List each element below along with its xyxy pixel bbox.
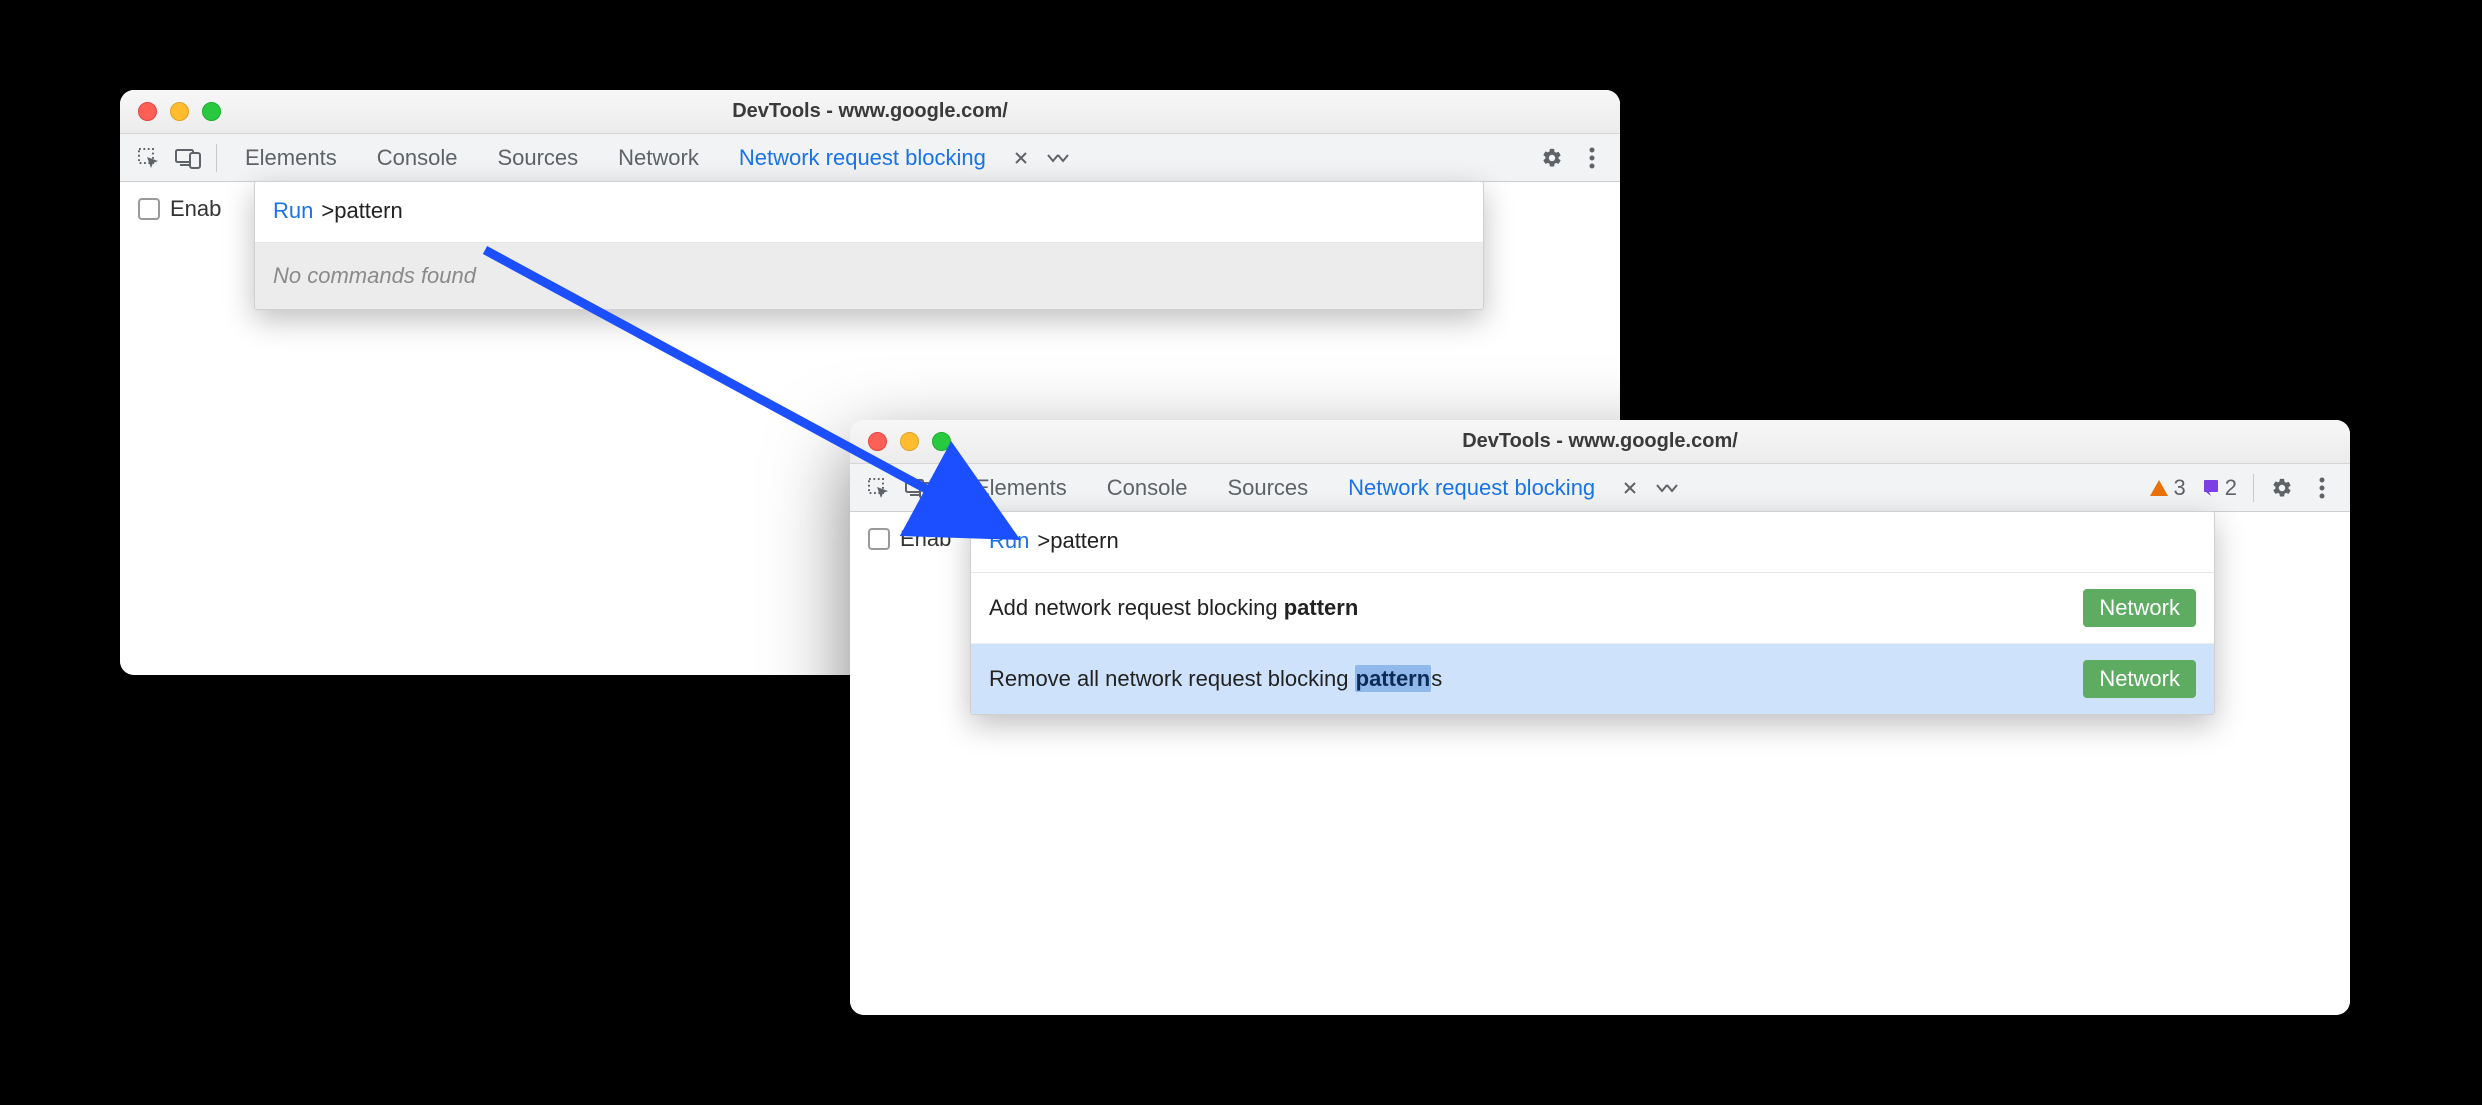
command-category-badge: Network bbox=[2083, 589, 2196, 627]
more-tabs-icon[interactable] bbox=[1038, 151, 1078, 165]
settings-gear-icon[interactable] bbox=[2264, 470, 2300, 506]
command-result-text: Add network request blocking pattern bbox=[989, 595, 1358, 621]
tab-network-request-blocking[interactable]: Network request blocking bbox=[721, 134, 1004, 182]
tab-sources[interactable]: Sources bbox=[1209, 464, 1326, 512]
command-category-badge: Network bbox=[2083, 660, 2196, 698]
window-controls bbox=[868, 432, 951, 451]
kebab-menu-icon[interactable] bbox=[2304, 470, 2340, 506]
settings-gear-icon[interactable] bbox=[1534, 140, 1570, 176]
enable-blocking-row[interactable]: Enab bbox=[868, 526, 951, 552]
close-window-icon[interactable] bbox=[868, 432, 887, 451]
command-input-row[interactable]: Run >pattern bbox=[971, 512, 2214, 573]
command-empty-state: No commands found bbox=[255, 243, 1483, 309]
command-caret: > bbox=[1037, 528, 1050, 553]
command-input-row[interactable]: Run >pattern bbox=[255, 182, 1483, 243]
command-result-text: Remove all network request blocking patt… bbox=[989, 666, 1442, 692]
toolbar-divider bbox=[216, 144, 217, 172]
command-caret: > bbox=[321, 198, 334, 223]
zoom-window-icon[interactable] bbox=[932, 432, 951, 451]
issues-count: 2 bbox=[2225, 475, 2237, 501]
toolbar: Elements Console Sources Network request… bbox=[850, 464, 2350, 512]
window-title: DevTools - www.google.com/ bbox=[850, 430, 2350, 453]
command-result-item[interactable]: Add network request blocking pattern Netw… bbox=[971, 573, 2214, 643]
toolbar: Elements Console Sources Network Network… bbox=[120, 134, 1620, 182]
close-tab-icon[interactable] bbox=[1617, 481, 1643, 495]
minimize-window-icon[interactable] bbox=[900, 432, 919, 451]
enable-checkbox[interactable] bbox=[138, 198, 160, 220]
tab-network-request-blocking[interactable]: Network request blocking bbox=[1330, 464, 1613, 512]
tab-console[interactable]: Console bbox=[1089, 464, 1206, 512]
command-menu-popover: Run >pattern No commands found bbox=[254, 181, 1484, 310]
command-query[interactable]: pattern bbox=[334, 198, 403, 223]
toolbar-divider bbox=[2253, 474, 2254, 502]
command-result-item[interactable]: Remove all network request blocking patt… bbox=[971, 643, 2214, 714]
command-results-list: Add network request blocking pattern Netw… bbox=[971, 573, 2214, 714]
enable-label: Enab bbox=[170, 196, 221, 222]
device-toggle-icon[interactable] bbox=[170, 140, 206, 176]
warnings-badge[interactable]: 3 bbox=[2143, 475, 2192, 501]
tab-elements[interactable]: Elements bbox=[227, 134, 355, 182]
device-toggle-icon[interactable] bbox=[900, 470, 936, 506]
enable-label: Enab bbox=[900, 526, 951, 552]
close-window-icon[interactable] bbox=[138, 102, 157, 121]
tab-sources[interactable]: Sources bbox=[479, 134, 596, 182]
more-tabs-icon[interactable] bbox=[1647, 481, 1687, 495]
run-label: Run bbox=[273, 198, 313, 224]
window-controls bbox=[138, 102, 221, 121]
titlebar[interactable]: DevTools - www.google.com/ bbox=[850, 420, 2350, 464]
kebab-menu-icon[interactable] bbox=[1574, 140, 1610, 176]
inspect-element-icon[interactable] bbox=[860, 470, 896, 506]
inspect-element-icon[interactable] bbox=[130, 140, 166, 176]
enable-checkbox[interactable] bbox=[868, 528, 890, 550]
close-tab-icon[interactable] bbox=[1008, 151, 1034, 165]
enable-blocking-row[interactable]: Enab bbox=[138, 196, 221, 222]
minimize-window-icon[interactable] bbox=[170, 102, 189, 121]
run-label: Run bbox=[989, 528, 1029, 554]
issues-badge[interactable]: 2 bbox=[2196, 475, 2243, 501]
zoom-window-icon[interactable] bbox=[202, 102, 221, 121]
command-menu-popover: Run >pattern Add network request blockin… bbox=[970, 511, 2215, 715]
titlebar[interactable]: DevTools - www.google.com/ bbox=[120, 90, 1620, 134]
panel-content: Enab Run >pattern Add network request bl… bbox=[850, 512, 2350, 1015]
tab-console[interactable]: Console bbox=[359, 134, 476, 182]
window-title: DevTools - www.google.com/ bbox=[120, 100, 1620, 123]
tab-network[interactable]: Network bbox=[600, 134, 717, 182]
command-query[interactable]: pattern bbox=[1050, 528, 1119, 553]
devtools-window-b: DevTools - www.google.com/ Elements Cons… bbox=[850, 420, 2350, 1015]
toolbar-divider bbox=[946, 474, 947, 502]
warnings-count: 3 bbox=[2174, 475, 2186, 501]
tab-elements[interactable]: Elements bbox=[957, 464, 1085, 512]
